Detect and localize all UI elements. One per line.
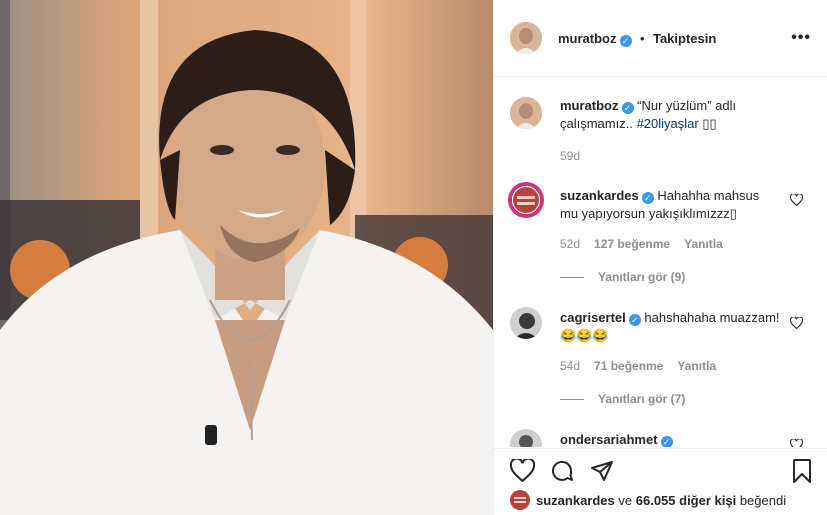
post-header: muratboz ✓ • Takiptesin ••• [494, 0, 827, 77]
avatar-image [510, 22, 542, 54]
comment-time[interactable]: 52d [560, 237, 580, 251]
avatar-image [510, 307, 542, 339]
commenter-avatar[interactable] [510, 429, 542, 447]
comment-text: suzankardes ✓ Hahahha mahsus mu yapıyorsu… [560, 187, 780, 223]
commenter-avatar[interactable] [508, 182, 544, 218]
post-panel: muratboz ✓ • Takiptesin ••• muratboz ✓ “Nu… [493, 0, 827, 515]
view-replies-button[interactable]: Yanıtları gör (9) [560, 270, 685, 284]
comment-meta: 54d 71 beğenme Yanıtla [560, 359, 827, 373]
like-heart-icon[interactable] [509, 457, 536, 487]
save-bookmark-icon[interactable] [792, 459, 812, 488]
replies-divider [560, 399, 584, 401]
liker-username[interactable]: suzankardes [536, 493, 615, 508]
verified-icon: ✓ [641, 192, 654, 204]
post-image[interactable] [0, 0, 493, 515]
author-avatar[interactable] [510, 22, 542, 54]
author-username[interactable]: muratboz [558, 31, 617, 46]
view-replies-button[interactable]: Yanıtları gör (7) [560, 392, 685, 406]
verified-icon: ✓ [660, 436, 673, 447]
comment-bubble-icon[interactable] [550, 459, 574, 488]
view-replies-label: Yanıtları gör (7) [598, 392, 686, 406]
caption-time[interactable]: 59d [560, 149, 827, 163]
more-options-icon[interactable]: ••• [791, 29, 811, 47]
liked-suffix: beğendi [739, 493, 787, 508]
commenter-avatar[interactable] [510, 307, 542, 339]
verified-icon: ✓ [619, 35, 632, 47]
avatar-image [510, 429, 542, 447]
comment-meta: 52d 127 beğenme Yanıtla [560, 237, 827, 251]
replies-divider [560, 277, 584, 279]
avatar-image [510, 97, 542, 129]
comment-likes[interactable]: 71 beğenme [594, 359, 663, 373]
caption-text: muratboz ✓ “Nur yüzlüm” adlı çalışmamız..… [560, 97, 800, 133]
comment-time[interactable]: 54d [560, 359, 580, 373]
caption-hashtag[interactable]: #20liyaşlar [637, 116, 699, 131]
avatar-image [510, 490, 530, 510]
like-comment-heart-icon[interactable] [789, 316, 804, 332]
follow-status-button[interactable]: Takiptesin [653, 31, 716, 46]
post-photo-art [0, 0, 493, 515]
liked-by-connector: ve [618, 493, 633, 508]
reply-button[interactable]: Yanıtla [684, 237, 723, 251]
action-bar [494, 448, 827, 489]
view-replies-label: Yanıtları gör (9) [598, 270, 686, 284]
like-comment-heart-icon[interactable] [789, 438, 804, 447]
caption-username[interactable]: muratboz [560, 98, 619, 113]
others-count-link[interactable]: 66.055 diğer kişi [636, 493, 736, 508]
liked-by-summary: suzankardes ve 66.055 diğer kişi beğendi [510, 490, 786, 510]
share-paper-plane-icon[interactable] [590, 459, 614, 488]
verified-icon: ✓ [628, 314, 641, 326]
like-comment-heart-icon[interactable] [789, 193, 804, 209]
verified-icon: ✓ [621, 102, 634, 114]
comment-username[interactable]: ondersariahmet [560, 432, 658, 447]
separator-dot: • [639, 31, 645, 46]
comment-username[interactable]: cagrisertel [560, 310, 626, 325]
comment-username[interactable]: suzankardes [560, 188, 639, 203]
comment-text: ondersariahmet ✓ [560, 431, 780, 447]
liker-avatar[interactable] [510, 490, 530, 510]
caption-avatar[interactable] [510, 97, 542, 129]
avatar-image [513, 187, 539, 213]
comment-likes[interactable]: 127 beğenme [594, 237, 670, 251]
caption-emoji: ▯▯ [702, 116, 717, 131]
comment-text: cagrisertel ✓ hahshahaha muazzam! 😂😂😂 [560, 309, 780, 345]
reply-button[interactable]: Yanıtla [677, 359, 716, 373]
comments-list[interactable]: muratboz ✓ “Nur yüzlüm” adlı çalışmamız..… [494, 77, 827, 447]
